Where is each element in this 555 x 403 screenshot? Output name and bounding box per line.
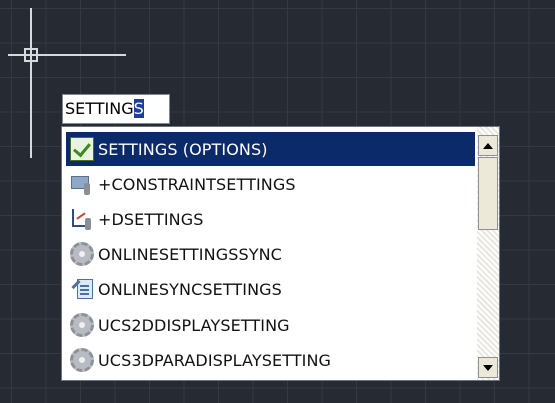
crosshair-vertical-line <box>30 8 32 158</box>
autocomplete-item-ucs2ddisplaysetting[interactable]: UCS2DDISPLAYSETTING <box>66 308 475 342</box>
autocomplete-item-ucs3dparadisplaysetting[interactable]: UCS3DPARADISPLAYSETTING <box>66 343 475 377</box>
autocomplete-item-label: ONLINESYNCSETTINGS <box>98 279 282 299</box>
crosshair-pickbox <box>24 48 38 62</box>
autocomplete-item-constraintsettings[interactable]: +CONSTRAINTSETTINGS <box>66 167 475 201</box>
autocomplete-item-onlinesettingssync[interactable]: ONLINESETTINGSSYNC <box>66 237 475 271</box>
autocomplete-item-label: ONLINESETTINGSSYNC <box>98 244 282 264</box>
constraint-settings-icon <box>70 172 94 196</box>
options-check-icon <box>70 137 94 161</box>
autocomplete-item-label: +CONSTRAINTSETTINGS <box>98 174 296 194</box>
autocomplete-item-settings[interactable]: SETTINGS (OPTIONS) <box>66 132 475 166</box>
autocomplete-item-label: UCS2DDISPLAYSETTING <box>98 315 290 335</box>
gear-icon <box>70 313 94 337</box>
gear-icon <box>70 348 94 372</box>
autocomplete-item-onlinesyncsettings[interactable]: ONLINESYNCSETTINGS <box>66 272 475 306</box>
sync-settings-icon <box>70 277 94 301</box>
arrow-up-icon <box>483 142 493 149</box>
drafting-settings-icon <box>70 207 94 231</box>
command-input[interactable]: SETTINGS <box>62 94 170 124</box>
autocomplete-item-label: +DSETTINGS <box>98 209 204 229</box>
autocomplete-item-label: UCS3DPARADISPLAYSETTING <box>98 350 332 370</box>
command-typed-text: SETTING <box>65 99 134 118</box>
autocomplete-item-label: SETTINGS (OPTIONS) <box>98 139 268 159</box>
scroll-up-button[interactable] <box>478 135 498 156</box>
arrow-down-icon <box>483 364 493 371</box>
scroll-thumb[interactable] <box>478 157 498 230</box>
command-caret: S <box>133 99 144 118</box>
gear-icon <box>70 242 94 266</box>
autocomplete-scrollbar[interactable] <box>477 127 499 380</box>
scroll-down-button[interactable] <box>478 357 498 378</box>
autocomplete-item-dsettings[interactable]: +DSETTINGS <box>66 202 475 236</box>
autocomplete-list[interactable]: SETTINGS (OPTIONS) +CONSTRAINTSETTINGS +… <box>61 126 500 381</box>
